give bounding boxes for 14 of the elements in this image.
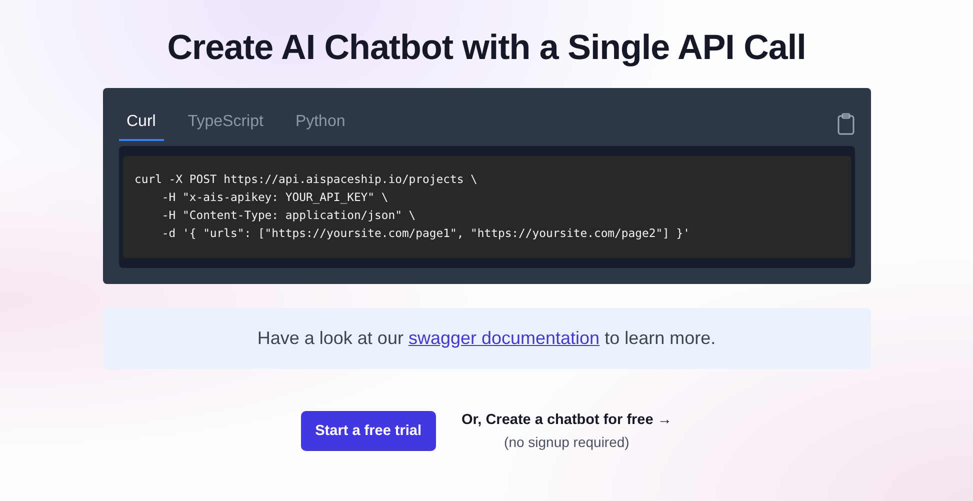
free-chatbot-link[interactable]: Or, Create a chatbot for free →: [462, 412, 672, 428]
signup-note: (no signup required): [504, 434, 630, 450]
code-line: -H "Content-Type: application/json" \: [160, 207, 417, 224]
code-line: -H "x-ais-apikey: YOUR_API_KEY" \: [160, 189, 390, 206]
language-tab[interactable]: Python: [287, 107, 354, 141]
documentation-link[interactable]: swagger documentation: [408, 328, 600, 348]
trial-button[interactable]: Start a free trial: [301, 411, 436, 451]
code-line: curl -X POST https://api.aispaceship.io/projects \: [134, 171, 478, 188]
info-text: Have a look at our swagger documentation to learn more.: [256, 328, 717, 349]
code-line: -d '{ "urls": ["https://yoursite.com/page1", "https://yoursite.com/page2"] }': [160, 225, 691, 242]
clipboard-icon[interactable]: [836, 113, 854, 135]
language-tab[interactable]: TypeScript: [180, 107, 272, 141]
page-title: Create AI Chatbot with a Single API Call: [167, 28, 806, 68]
language-tab[interactable]: Curl: [118, 107, 164, 141]
